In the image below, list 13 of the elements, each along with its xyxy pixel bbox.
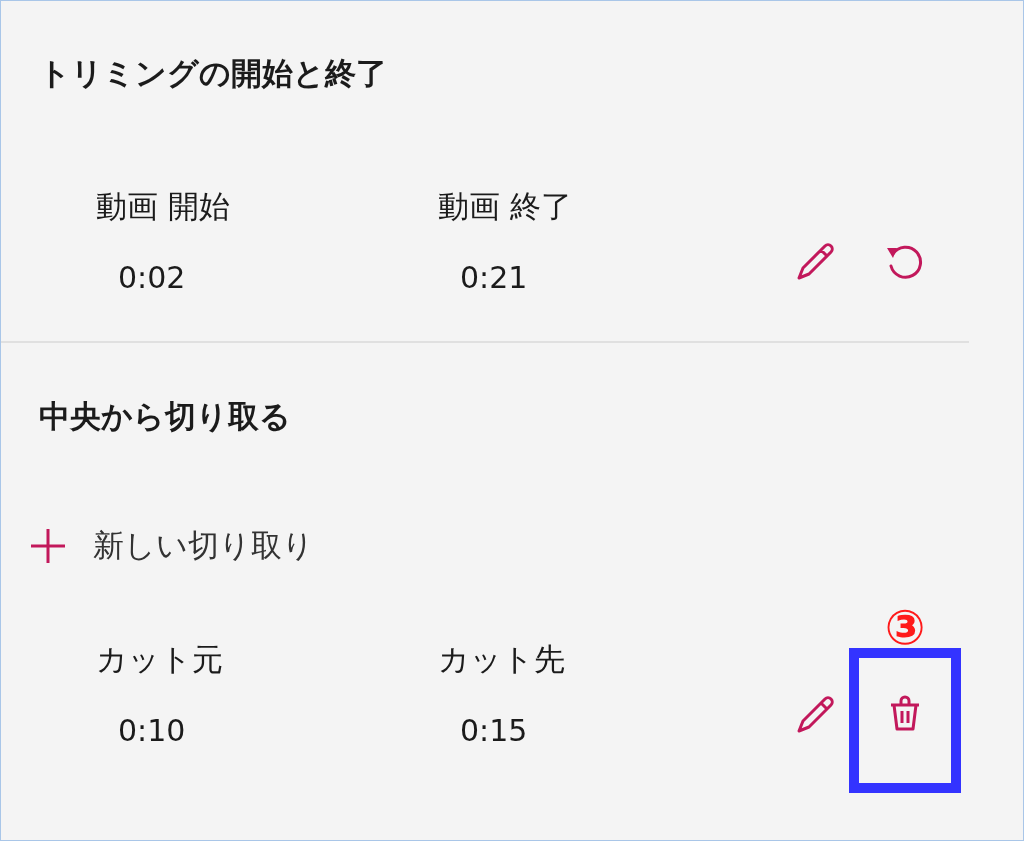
new-cut-button[interactable]: 新しい切り取り <box>29 526 314 566</box>
time-value: 0:15 <box>459 712 529 750</box>
section-heading: トリミングの開始と終了 <box>39 54 388 93</box>
section-heading: 中央から切り取る <box>39 397 292 436</box>
field-label: 動画 開始 <box>96 187 231 226</box>
step-number: ③ <box>883 599 927 655</box>
field-label: 動画 終了 <box>438 187 573 226</box>
plus-icon <box>29 527 67 565</box>
time-value: 0:10 <box>117 712 187 750</box>
time-value: 0:02 <box>117 259 187 297</box>
field-label: カット元 <box>96 640 224 679</box>
field-label: カット先 <box>438 640 566 679</box>
time-value: 0:21 <box>459 259 529 297</box>
